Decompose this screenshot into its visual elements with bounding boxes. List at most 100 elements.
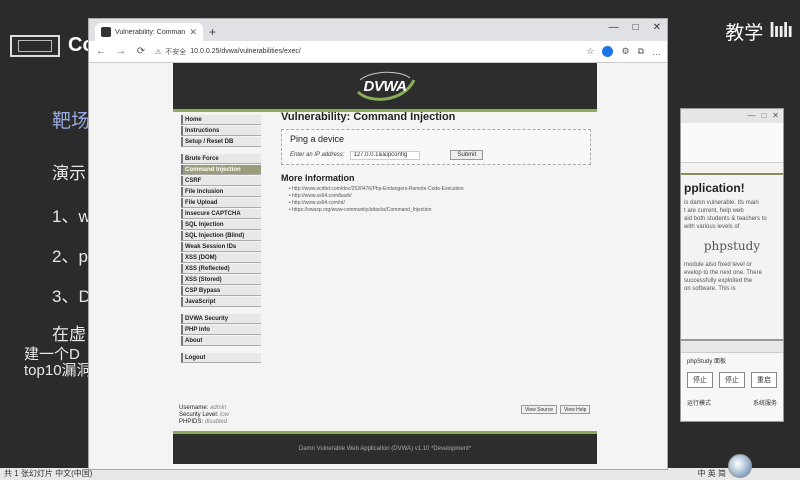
background-window-title: pplication! xyxy=(684,181,745,195)
menu-item-setup[interactable]: Setup / Reset DB xyxy=(181,137,261,147)
menu-item-xss-stored[interactable]: XSS (Stored) xyxy=(181,275,261,285)
address-bar[interactable]: ⚠ 不安全 10.0.0.25/dvwa/vulnerabilities/exe… xyxy=(155,47,301,57)
extension-icon[interactable] xyxy=(602,46,614,57)
background-window-line: on software. This is xyxy=(684,286,736,292)
menu-item-dvwa-security[interactable]: DVWA Security xyxy=(181,314,261,324)
maximize-button[interactable]: □ xyxy=(633,22,639,33)
menu-item-weak-session-ids[interactable]: Weak Session IDs xyxy=(181,242,261,252)
menu-item-sql-injection[interactable]: SQL Injection xyxy=(181,220,261,230)
background-window-line: module also fixed level or xyxy=(684,262,752,268)
background-window-line: t are current, help web xyxy=(684,208,744,214)
username-label: Username: xyxy=(179,405,209,411)
window-controls: — □ ✕ xyxy=(609,22,661,33)
dvwa-logo-text: DVWA xyxy=(363,77,408,95)
star-icon[interactable]: ☆ xyxy=(586,46,594,57)
collections-icon[interactable]: ⧉ xyxy=(638,46,644,57)
reference-link[interactable]: http://www.ss64.com/nt/ xyxy=(289,200,601,207)
phpstudy-title: phpStudy 面板 xyxy=(687,359,727,365)
tab-title: Vulnerability: Command Injection xyxy=(115,28,186,36)
view-help-button[interactable]: View Help xyxy=(559,405,591,414)
background-window-titlebar: — □ ✕ xyxy=(681,109,783,123)
slide-brand: 教学 lıılı xyxy=(725,18,793,45)
page-title: Vulnerability: Command Injection xyxy=(281,111,456,123)
menu-item-command-injection[interactable]: Command Injection xyxy=(181,165,261,175)
more-icon[interactable]: … xyxy=(652,47,661,57)
minimize-button[interactable]: — xyxy=(609,22,619,33)
menu-item-sql-injection-blind[interactable]: SQL Injection (Blind) xyxy=(181,231,261,241)
menu-item-xss-reflected[interactable]: XSS (Reflected) xyxy=(181,264,261,274)
phpstudy-logo: phpstudy xyxy=(703,239,761,253)
settings-icon[interactable]: ⚙ xyxy=(621,46,629,57)
ip-label: Enter an IP address: xyxy=(290,152,345,158)
main-content: Vulnerability: Command Injection Ping a … xyxy=(281,111,601,214)
new-tab-button[interactable]: + xyxy=(209,25,216,39)
dvwa-header: DVWA xyxy=(173,63,597,109)
security-level-value: low xyxy=(220,412,230,418)
username-value: admin xyxy=(210,405,227,411)
menu-item-instructions[interactable]: Instructions xyxy=(181,126,261,136)
slide-paragraph-3: top10漏洞 xyxy=(24,362,92,379)
warning-icon[interactable]: ⚠ xyxy=(155,48,161,56)
menu-item-insecure-captcha[interactable]: Insecure CAPTCHA xyxy=(181,209,261,219)
avatar[interactable] xyxy=(728,454,752,478)
reference-link[interactable]: http://www.scribd.com/doc/2530476/Php-En… xyxy=(289,186,601,193)
close-window-button[interactable]: ✕ xyxy=(653,22,661,33)
slide-item-1: 1、w xyxy=(52,207,91,226)
slide-item-2: 2、p xyxy=(52,247,88,266)
dvwa-favicon-icon xyxy=(101,27,111,37)
menu-item-about[interactable]: About xyxy=(181,336,261,346)
menu-item-home[interactable]: Home xyxy=(181,115,261,125)
more-information-heading: More Information xyxy=(281,173,355,183)
tab-strip: Vulnerability: Command Injection ✕ + — □… xyxy=(89,19,667,41)
slide-paragraph-1: 在虚 xyxy=(52,325,86,344)
menu-item-php-info[interactable]: PHP Info xyxy=(181,325,261,335)
background-window[interactable]: — □ ✕ pplication! is damn vulnerable. Its … xyxy=(680,108,784,340)
brand-logo: lıılı xyxy=(769,20,793,42)
menu-item-xss-dom[interactable]: XSS (DOM) xyxy=(181,253,261,263)
view-source-button[interactable]: View Source xyxy=(521,405,557,414)
ping-form: Ping a device Enter an IP address: Submi… xyxy=(281,129,591,165)
menu-item-file-inclusion[interactable]: File Inclusion xyxy=(181,187,261,197)
reference-link[interactable]: https://owasp.org/www-community/attacks/… xyxy=(289,207,601,214)
phpstudy-system-service[interactable]: 系统服务 xyxy=(753,398,777,407)
ip-input[interactable] xyxy=(350,150,421,160)
background-window-line: evelop to the next one. There xyxy=(684,270,762,276)
slide-intro: 演示 xyxy=(52,164,86,183)
reference-links: http://www.scribd.com/doc/2530476/Php-En… xyxy=(281,186,601,214)
page-viewport: DVWA Home Instructions Setup / Reset DB … xyxy=(89,63,667,469)
close-icon[interactable]: ✕ xyxy=(189,27,197,38)
reload-button[interactable]: ⟳ xyxy=(135,46,147,57)
menu-item-brute-force[interactable]: Brute Force xyxy=(181,154,261,164)
reference-link[interactable]: http://www.ss64.com/bash/ xyxy=(289,193,601,200)
security-level-label: Security Level: xyxy=(179,412,219,418)
forward-button[interactable]: → xyxy=(115,46,127,57)
menu-item-logout[interactable]: Logout xyxy=(181,353,261,363)
phpstudy-buttons: 停止 停止 重启 xyxy=(681,368,783,392)
tab-command-injection[interactable]: Vulnerability: Command Injection ✕ xyxy=(95,23,203,41)
dvwa-footer: Damn Vulnerable Web Application (DVWA) v… xyxy=(173,434,597,464)
phpstudy-run-mode[interactable]: 运行模式 xyxy=(687,398,711,407)
back-button[interactable]: ← xyxy=(95,46,107,57)
dvwa-menu: Home Instructions Setup / Reset DB Brute… xyxy=(181,115,261,364)
taskbar-tray[interactable]: 中 英 简 xyxy=(698,468,726,480)
slide-heading: 靶场 xyxy=(52,111,91,132)
slide-logo-icon xyxy=(10,34,60,57)
toolbar-icons: ☆ ⚙ ⧉ … xyxy=(586,46,661,57)
source-help-buttons: View Source View Help xyxy=(521,405,591,414)
menu-item-file-upload[interactable]: File Upload xyxy=(181,198,261,208)
url-text[interactable]: 10.0.0.25/dvwa/vulnerabilities/exec/ xyxy=(190,48,301,55)
phpstudy-stop-button-2[interactable]: 停止 xyxy=(719,372,745,388)
phpstudy-stop-button[interactable]: 停止 xyxy=(687,372,713,388)
ping-row: Enter an IP address: Submit xyxy=(290,150,582,160)
dvwa-logo: DVWA xyxy=(352,70,418,102)
phpstudy-restart-button[interactable]: 重启 xyxy=(751,372,777,388)
taskbar-status: 共 1 张幻灯片 中文(中国) xyxy=(4,469,93,478)
menu-item-csrf[interactable]: CSRF xyxy=(181,176,261,186)
menu-item-csp-bypass[interactable]: CSP Bypass xyxy=(181,286,261,296)
background-window-line: aid both students & teachers to xyxy=(684,216,767,222)
submit-button[interactable]: Submit xyxy=(450,150,484,160)
background-window-line: successfully exploited the xyxy=(684,278,753,284)
menu-item-javascript[interactable]: JavaScript xyxy=(181,297,261,307)
brand-text: 教学 xyxy=(725,23,764,44)
phpstudy-window[interactable]: phpStudy 面板 停止 停止 重启 运行模式 系统服务 xyxy=(680,340,784,422)
